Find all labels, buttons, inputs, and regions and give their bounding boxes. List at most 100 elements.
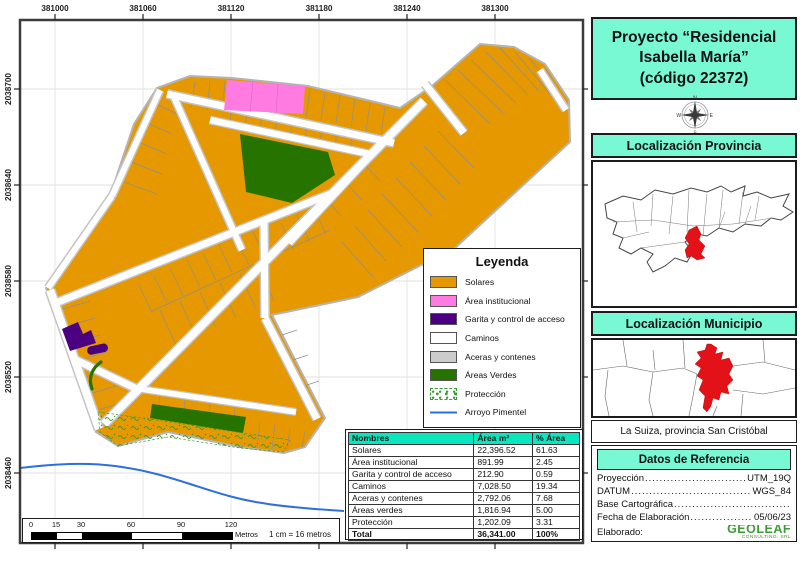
table-cell: 7,028.50 xyxy=(474,481,533,493)
table-cell: Solares xyxy=(349,445,474,457)
municipio-section-header: Localización Municipio xyxy=(591,311,797,336)
table-header-cell: % Área xyxy=(533,433,580,445)
dotted-leader: ........................................… xyxy=(645,473,746,484)
y-coordinate-label: 2038520 xyxy=(4,361,13,393)
scale-bar-segment xyxy=(182,533,232,539)
legend-swatch-fill xyxy=(430,313,457,325)
reference-row: DATUM...................................… xyxy=(597,486,791,499)
reference-value: 05/06/23 xyxy=(754,512,791,523)
compass-rose: N E S W xyxy=(668,97,722,133)
reference-label: Base Cartográfica xyxy=(597,499,673,510)
x-coordinate-label: 381240 xyxy=(393,4,421,13)
legend-item: Caminos xyxy=(430,329,574,348)
table-cell: 2.45 xyxy=(533,457,580,469)
legend-title: Leyenda xyxy=(430,254,574,269)
area-institucional xyxy=(224,80,305,114)
table-header-cell: Área m² xyxy=(474,433,533,445)
scale-bar-number: 15 xyxy=(52,520,60,529)
legend-item-label: Garita y control de acceso xyxy=(465,314,565,324)
scale-bar-segment xyxy=(132,533,182,539)
legend-item-label: Aceras y contenes xyxy=(465,352,536,362)
scale-ratio: 1 cm = 16 metros xyxy=(269,530,331,539)
legend-swatch-fill xyxy=(430,332,457,344)
legend-item-label: Protección xyxy=(465,389,506,399)
legend-swatch-fill xyxy=(430,369,457,381)
logo-name: GEOLEAF xyxy=(727,525,791,536)
x-coordinate-label: 381000 xyxy=(41,4,69,13)
scale-bar-number: 60 xyxy=(127,520,135,529)
table-total-row: Total36,341.00100% xyxy=(349,529,580,541)
legend-item-label: Solares xyxy=(465,277,494,287)
table-row: Protección1,202.093.31 xyxy=(349,517,580,529)
svg-text:W: W xyxy=(676,113,681,119)
table-cell: 0.59 xyxy=(533,469,580,481)
table-cell: Protección xyxy=(349,517,474,529)
x-coordinate-label: 381120 xyxy=(218,4,245,13)
table-cell: 22,396.52 xyxy=(474,445,533,457)
legend-item: Áreas Verdes xyxy=(430,366,574,385)
geoleaf-logo: GEOLEAFCONSULTING, SRL xyxy=(727,525,791,538)
reference-data-box: Datos de Referencia Proyección..........… xyxy=(591,445,797,542)
scale-bar-number: 0 xyxy=(29,520,33,529)
municipio-map xyxy=(593,340,795,416)
legend-item: Aceras y contenes xyxy=(430,347,574,366)
table-cell: Total xyxy=(349,529,474,541)
area-table: NombresÁrea m²% ÁreaSolares22,396.5261.6… xyxy=(348,432,580,541)
reference-label: Elaborado: xyxy=(597,527,643,538)
table-cell: Caminos xyxy=(349,481,474,493)
scale-bar-number: 30 xyxy=(77,520,85,529)
scale-bar-number: 90 xyxy=(177,520,185,529)
reference-row: Fecha de Elaboración....................… xyxy=(597,512,791,525)
table-cell: 7.68 xyxy=(533,493,580,505)
x-coordinate-label: 381300 xyxy=(481,4,509,13)
table-header-cell: Nombres xyxy=(349,433,474,445)
dotted-leader: ........................................… xyxy=(631,486,751,497)
project-title-line3: (código 22372) xyxy=(612,69,777,89)
legend-item-label: Áreas Verdes xyxy=(465,370,517,380)
svg-text:N: N xyxy=(693,96,697,102)
municipio-locator-map xyxy=(591,338,797,418)
table-cell: 1,816.94 xyxy=(474,505,533,517)
table-cell: 891.99 xyxy=(474,457,533,469)
table-cell: 36,341.00 xyxy=(474,529,533,541)
project-title: Proyecto “Residencial Isabella María” (c… xyxy=(591,17,797,100)
legend-swatch-fill xyxy=(430,295,457,307)
table-header-row: NombresÁrea m²% Área xyxy=(349,433,580,445)
table-row: Solares22,396.5261.63 xyxy=(349,445,580,457)
y-coordinate-label: 2038460 xyxy=(4,457,13,489)
legend-item: Arroyo Pimentel xyxy=(430,403,574,422)
svg-text:E: E xyxy=(710,113,714,119)
dotted-leader: ........................................… xyxy=(674,499,790,510)
x-coordinate-label: 381060 xyxy=(129,4,157,13)
scale-bar-segment xyxy=(32,533,57,539)
legend: Leyenda SolaresÁrea institucionalGarita … xyxy=(423,248,581,428)
project-title-line1: Proyecto “Residencial xyxy=(612,28,777,48)
legend-swatch-pattern xyxy=(430,388,457,400)
table-row: Área institucional891.992.45 xyxy=(349,457,580,469)
province-locator-map xyxy=(591,160,797,308)
map-layout-sheet: 381000 381060 381120 381180 381240 38130… xyxy=(0,0,800,565)
province-section-header: Localización Provincia xyxy=(591,133,797,158)
area-table-box: NombresÁrea m²% ÁreaSolares22,396.5261.6… xyxy=(345,429,583,540)
legend-item-label: Caminos xyxy=(465,333,499,343)
legend-swatch-line xyxy=(430,406,457,418)
table-cell: 2,792.06 xyxy=(474,493,533,505)
table-row: Caminos7,028.5019.34 xyxy=(349,481,580,493)
scale-bar-box: 015306090120 Metros 1 cm = 16 metros xyxy=(22,518,340,543)
scale-bar xyxy=(31,532,233,540)
legend-swatch-fill xyxy=(430,351,457,363)
location-caption: La Suiza, provincia San Cristóbal xyxy=(591,420,797,443)
legend-item-label: Arroyo Pimentel xyxy=(465,407,526,417)
legend-item: Solares xyxy=(430,273,574,292)
table-cell: 100% xyxy=(533,529,580,541)
reference-label: Proyección xyxy=(597,473,644,484)
reference-label: Fecha de Elaboración xyxy=(597,512,689,523)
table-row: Aceras y contenes2,792.067.68 xyxy=(349,493,580,505)
y-coordinate-label: 2038580 xyxy=(4,265,13,297)
table-cell: Áreas verdes xyxy=(349,505,474,517)
reference-rows: Proyección..............................… xyxy=(597,473,791,538)
x-coordinate-label: 381180 xyxy=(306,4,333,13)
north-arrow-icon: N E S W xyxy=(675,95,715,135)
scale-bar-segment xyxy=(57,533,82,539)
table-cell: Aceras y contenes xyxy=(349,493,474,505)
